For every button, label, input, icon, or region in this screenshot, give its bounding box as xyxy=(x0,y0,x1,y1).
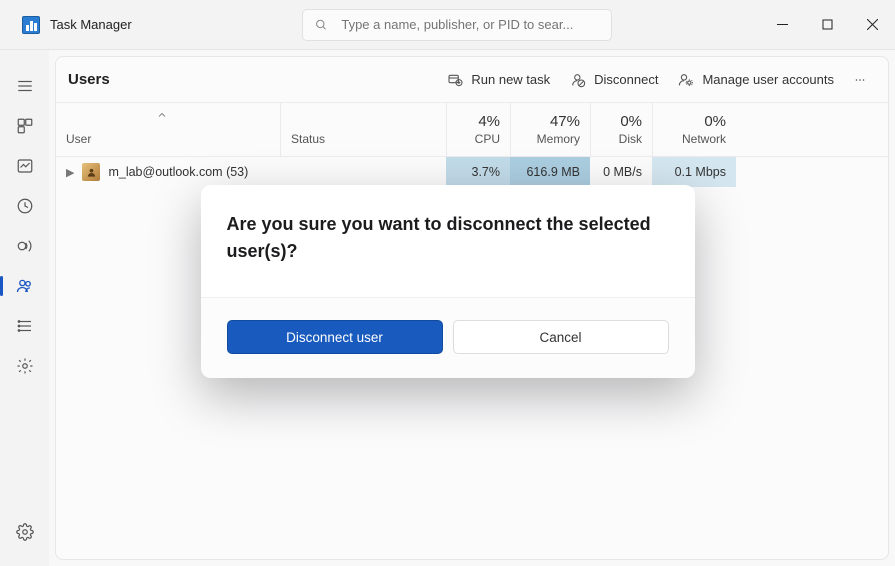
dialog-actions: Disconnect user Cancel xyxy=(201,298,695,378)
disconnect-user-button[interactable]: Disconnect user xyxy=(227,320,443,354)
cancel-label: Cancel xyxy=(539,330,581,345)
modal-overlay: Are you sure you want to disconnect the … xyxy=(0,0,895,566)
cancel-button[interactable]: Cancel xyxy=(453,320,669,354)
dialog-message: Are you sure you want to disconnect the … xyxy=(201,185,695,297)
disconnect-user-label: Disconnect user xyxy=(286,330,383,345)
confirm-dialog: Are you sure you want to disconnect the … xyxy=(201,185,695,378)
